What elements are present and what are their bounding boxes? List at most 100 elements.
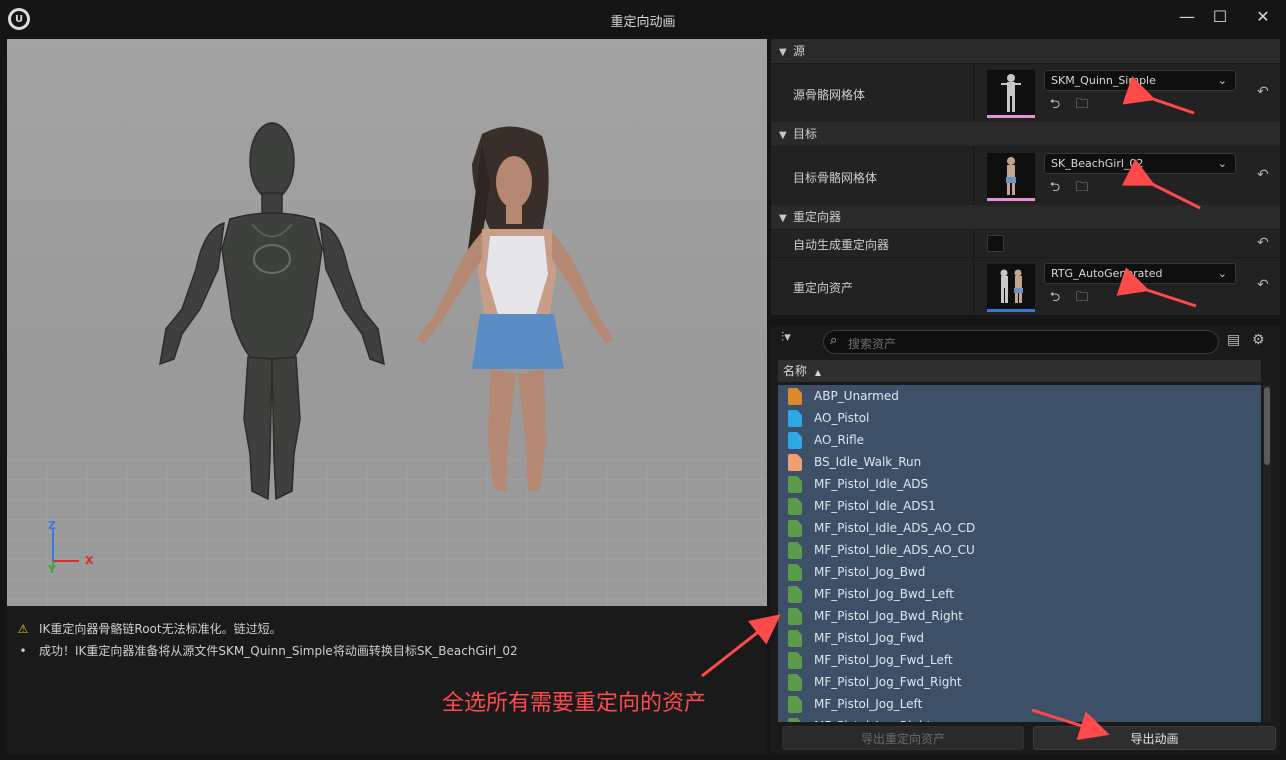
row-source-mesh: 源骨骼网格体 SKM_Quinn_Simple ⌄ ⮌ 🗀 ↶ bbox=[771, 63, 1280, 122]
asset-list-item[interactable]: BS_Idle_Walk_Run bbox=[778, 451, 1261, 473]
use-selected-arrow-icon[interactable]: ⮌ bbox=[1046, 289, 1064, 307]
asset-name: AO_Pistol bbox=[814, 411, 870, 425]
source-mesh-label: 源骨骼网格体 bbox=[793, 88, 866, 102]
preview-viewport[interactable]: Z Y X bbox=[7, 39, 767, 606]
log-success-text: 成功！IK重定向器准备将从源文件SKM_Quinn_Simple将动画转换目标S… bbox=[39, 644, 518, 658]
asset-name: MF_Pistol_Jog_Fwd_Right bbox=[814, 675, 962, 689]
search-placeholder: 搜索资产 bbox=[848, 337, 897, 351]
collapse-triangle-icon: ▼ bbox=[779, 213, 787, 224]
asset-list-item[interactable]: MF_Pistol_Idle_ADS_AO_CD bbox=[778, 517, 1261, 539]
auto-generate-checkbox[interactable] bbox=[987, 235, 1004, 252]
reset-arrow-icon[interactable]: ↶ bbox=[1257, 167, 1269, 183]
category-source[interactable]: ▼ 源 bbox=[771, 39, 1280, 63]
title-bar: U 重定向动画 — ☐ ✕ bbox=[0, 0, 1286, 38]
animation-sequence-icon bbox=[788, 520, 802, 537]
asset-list-item[interactable]: MF_Pistol_Jog_Left bbox=[778, 693, 1261, 715]
axis-y-label: Y bbox=[48, 563, 56, 576]
reset-arrow-icon[interactable]: ↶ bbox=[1257, 277, 1269, 293]
animation-sequence-icon bbox=[788, 542, 802, 559]
asset-list-item[interactable]: ABP_Unarmed bbox=[778, 385, 1261, 407]
export-retarget-assets-button[interactable]: 导出重定向资产 bbox=[782, 726, 1024, 750]
retarget-asset-thumbnail[interactable] bbox=[987, 264, 1035, 312]
folder-view-icon[interactable]: ▤ bbox=[1227, 332, 1240, 348]
asset-list-item[interactable]: MF_Pistol_Jog_Fwd_Left bbox=[778, 649, 1261, 671]
maximize-button[interactable]: ☐ bbox=[1205, 6, 1235, 28]
category-target[interactable]: ▼ 目标 bbox=[771, 122, 1280, 146]
target-mesh-combo[interactable]: SK_BeachGirl_02 ⌄ bbox=[1044, 153, 1236, 174]
use-selected-arrow-icon[interactable]: ⮌ bbox=[1046, 179, 1064, 197]
asset-name: MF_Pistol_Idle_ADS_AO_CD bbox=[814, 521, 976, 535]
asset-list-item[interactable]: AO_Rifle bbox=[778, 429, 1261, 451]
animation-sequence-icon bbox=[788, 476, 802, 493]
asset-name: ABP_Unarmed bbox=[814, 389, 899, 403]
animation-sequence-icon bbox=[788, 696, 802, 713]
aim-offset-icon bbox=[788, 432, 802, 449]
reset-arrow-icon[interactable]: ↶ bbox=[1257, 84, 1269, 100]
use-selected-arrow-icon[interactable]: ⮌ bbox=[1046, 96, 1064, 114]
minimize-button[interactable]: — bbox=[1172, 6, 1202, 28]
asset-list-item[interactable]: MF_Pistol_Jog_Bwd bbox=[778, 561, 1261, 583]
asset-list[interactable]: ABP_Unarmed AO_Pistol AO_Rifle BS_Idle_Walk… bbox=[778, 385, 1261, 722]
category-retargeter[interactable]: ▼ 重定向器 bbox=[771, 205, 1280, 229]
row-retarget-asset: 重定向资产 RTG_AutoGenerated ⌄ ⮌ 🗀 ↶ bbox=[771, 257, 1280, 315]
asset-list-item[interactable]: MF_Pistol_Jog_Bwd_Left bbox=[778, 583, 1261, 605]
log-success-line: • 成功！IK重定向器准备将从源文件SKM_Quinn_Simple将动画转换目… bbox=[15, 642, 518, 659]
asset-browser: ⫶▾ ⌕ 搜索资产 ▤ ⚙ 名称 ▲ ABP_Unarmed AO_Pistol A… bbox=[771, 326, 1280, 754]
axis-x-label: X bbox=[85, 554, 94, 567]
window-title: 重定向动画 bbox=[610, 15, 676, 30]
blendspace-icon bbox=[788, 454, 802, 471]
asset-list-item[interactable]: MF_Pistol_Jog_Fwd_Right bbox=[778, 671, 1261, 693]
asset-list-item[interactable]: MF_Pistol_Idle_ADS1 bbox=[778, 495, 1261, 517]
asset-list-item[interactable]: MF_Pistol_Jog_Right bbox=[778, 715, 1261, 722]
settings-gear-icon[interactable]: ⚙ bbox=[1252, 332, 1265, 348]
asset-list-item[interactable]: MF_Pistol_Jog_Bwd_Right bbox=[778, 605, 1261, 627]
row-separator bbox=[973, 147, 974, 205]
asset-name: MF_Pistol_Jog_Left bbox=[814, 697, 923, 711]
row-separator bbox=[973, 258, 974, 315]
export-animations-button[interactable]: 导出动画 bbox=[1033, 726, 1276, 750]
asset-name: AO_Rifle bbox=[814, 433, 865, 447]
retarget-asset-label: 重定向资产 bbox=[793, 281, 854, 295]
asset-list-item[interactable]: AO_Pistol bbox=[778, 407, 1261, 429]
browse-folder-icon[interactable]: 🗀 bbox=[1073, 179, 1091, 197]
collapse-triangle-icon: ▼ bbox=[779, 47, 787, 58]
row-target-mesh: 目标骨骼网格体 SK_BeachGirl_02 ⌄ ⮌ 🗀 ↶ bbox=[771, 146, 1280, 205]
target-mesh-thumbnail[interactable] bbox=[987, 153, 1035, 201]
message-log: ⚠ IK重定向器骨骼链Root无法标准化。链过短。 • 成功！IK重定向器准备将… bbox=[7, 606, 767, 754]
asset-search-input[interactable]: ⌕ 搜索资产 bbox=[823, 330, 1219, 354]
asset-list-item[interactable]: MF_Pistol_Jog_Fwd bbox=[778, 627, 1261, 649]
chevron-down-icon: ⌄ bbox=[1217, 74, 1227, 87]
close-button[interactable]: ✕ bbox=[1248, 6, 1278, 28]
asset-list-item[interactable]: MF_Pistol_Idle_ADS_AO_CU bbox=[778, 539, 1261, 561]
anim-blueprint-icon bbox=[788, 388, 802, 405]
asset-name: MF_Pistol_Jog_Fwd bbox=[814, 631, 925, 645]
source-mesh-thumbnail[interactable] bbox=[987, 70, 1035, 118]
browse-folder-icon[interactable]: 🗀 bbox=[1073, 289, 1091, 307]
asset-name: MF_Pistol_Idle_ADS1 bbox=[814, 499, 936, 513]
animation-sequence-icon bbox=[788, 586, 802, 603]
asset-name: MF_Pistol_Idle_ADS_AO_CU bbox=[814, 543, 975, 557]
chevron-down-icon: ⌄ bbox=[1217, 157, 1227, 170]
filter-dropdown-icon[interactable]: ⫶▾ bbox=[781, 330, 791, 345]
annotation-text: 全选所有需要重定向的资产 bbox=[442, 691, 707, 716]
log-warning-line: ⚠ IK重定向器骨骼链Root无法标准化。链过短。 bbox=[15, 620, 282, 637]
animation-sequence-icon bbox=[788, 718, 802, 722]
asset-list-scrollbar[interactable] bbox=[1263, 385, 1271, 722]
reset-arrow-icon[interactable]: ↶ bbox=[1257, 235, 1269, 251]
asset-list-item[interactable]: MF_Pistol_Idle_ADS bbox=[778, 473, 1261, 495]
collapse-triangle-icon: ▼ bbox=[779, 130, 787, 141]
retarget-asset-combo[interactable]: RTG_AutoGenerated ⌄ bbox=[1044, 263, 1236, 284]
animation-sequence-icon bbox=[788, 674, 802, 691]
aim-offset-icon bbox=[788, 410, 802, 427]
source-mesh-combo[interactable]: SKM_Quinn_Simple ⌄ bbox=[1044, 70, 1236, 91]
asset-name: MF_Pistol_Jog_Bwd bbox=[814, 565, 926, 579]
source-mannequin-figure bbox=[159, 122, 385, 501]
column-header-name[interactable]: 名称 ▲ bbox=[778, 360, 1261, 382]
scrollbar-thumb[interactable] bbox=[1264, 387, 1270, 465]
asset-name: MF_Pistol_Jog_Bwd_Right bbox=[814, 609, 963, 623]
animation-sequence-icon bbox=[788, 652, 802, 669]
search-icon: ⌕ bbox=[830, 333, 838, 348]
animation-sequence-icon bbox=[788, 608, 802, 625]
row-separator bbox=[973, 64, 974, 122]
browse-folder-icon[interactable]: 🗀 bbox=[1073, 96, 1091, 114]
